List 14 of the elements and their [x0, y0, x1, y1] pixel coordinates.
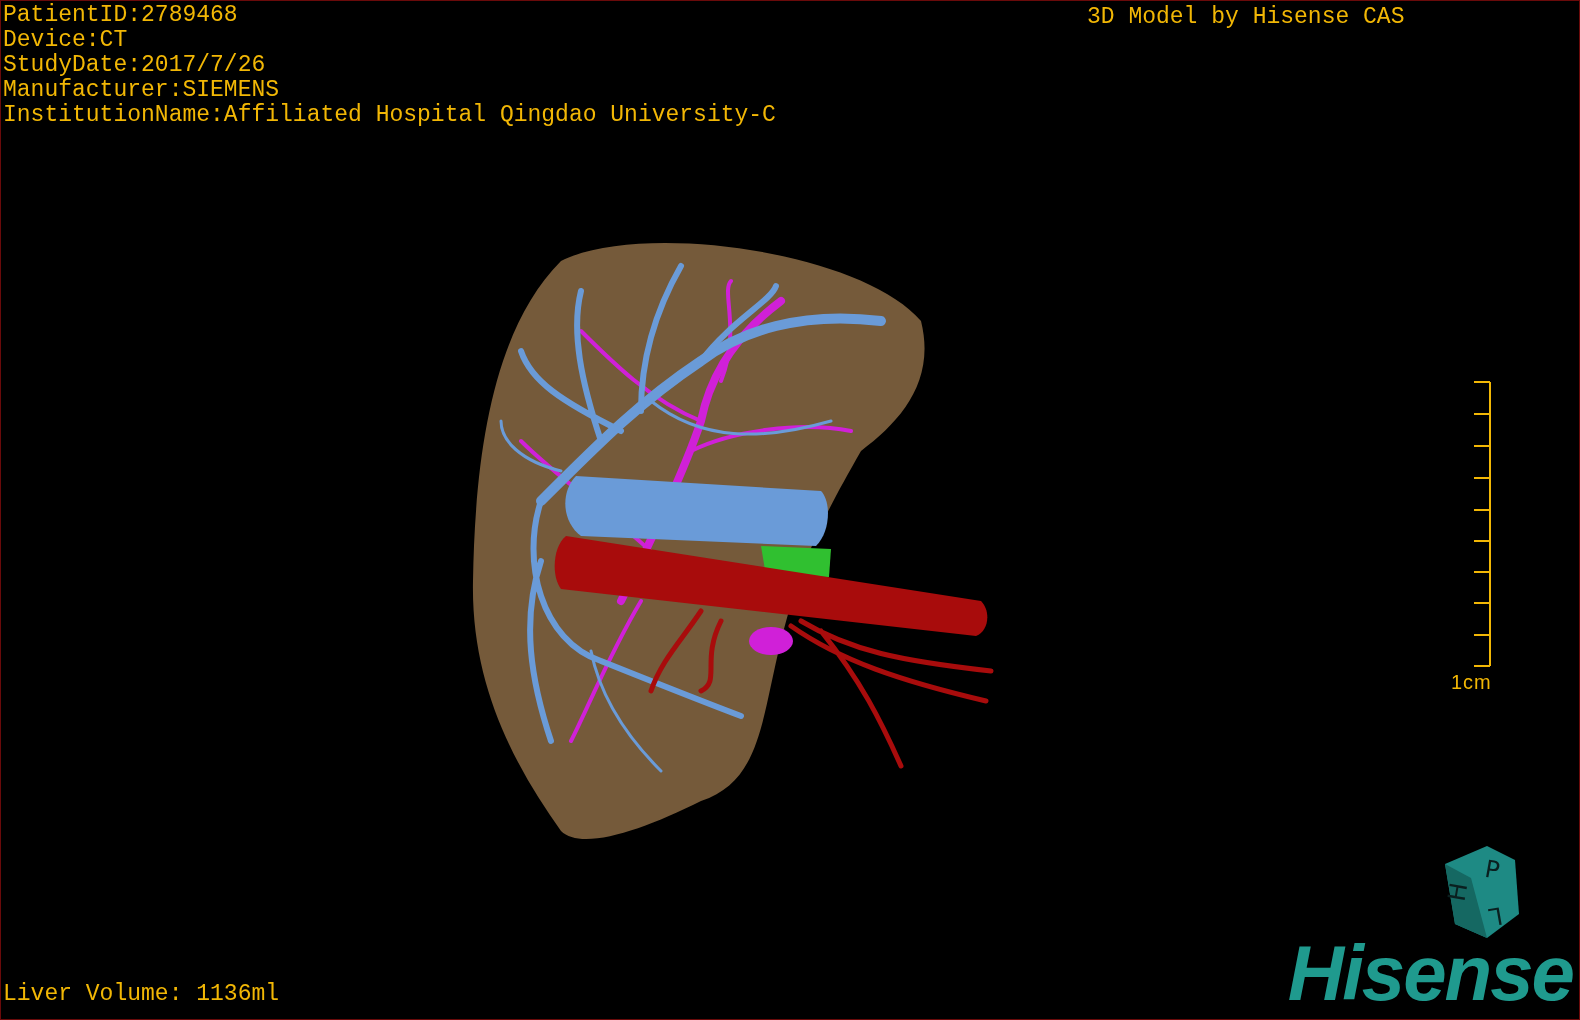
scale-label: 1cm [1451, 671, 1492, 694]
cube-face-letter: P [1483, 856, 1502, 884]
cube-face-letter: H [1444, 881, 1472, 903]
brand-logo: Hisense [1287, 933, 1573, 1013]
patient-info-text: Manufacturer:SIEMENS [3, 78, 281, 103]
3d-viewport[interactable]: PatientID:2789468 Device:CT StudyDate:2017/7/26 Manufacturer:SIEMENS InstitutionName:Affiliated Hospital Qingdao University-C 3D Model by Hisense CAS 1cm P H L Liver Volume: 1136ml Hisense [0, 0, 1580, 1020]
cube-face-letter: L [1487, 903, 1505, 929]
liver-volume-text: Liver Volume: 1136ml [3, 982, 280, 1007]
patient-info-text: Device:CT [3, 28, 129, 53]
patient-info-text: StudyDate:2017/7/26 [3, 53, 267, 78]
patient-info-text: InstitutionName:Affiliated Hospital Qingdao University-C [3, 103, 776, 128]
model-credit-text: 3D Model by Hisense CAS [1087, 5, 1405, 30]
scale-ruler-icon [1471, 381, 1492, 667]
patient-info-text: PatientID:2789468 [3, 3, 239, 28]
